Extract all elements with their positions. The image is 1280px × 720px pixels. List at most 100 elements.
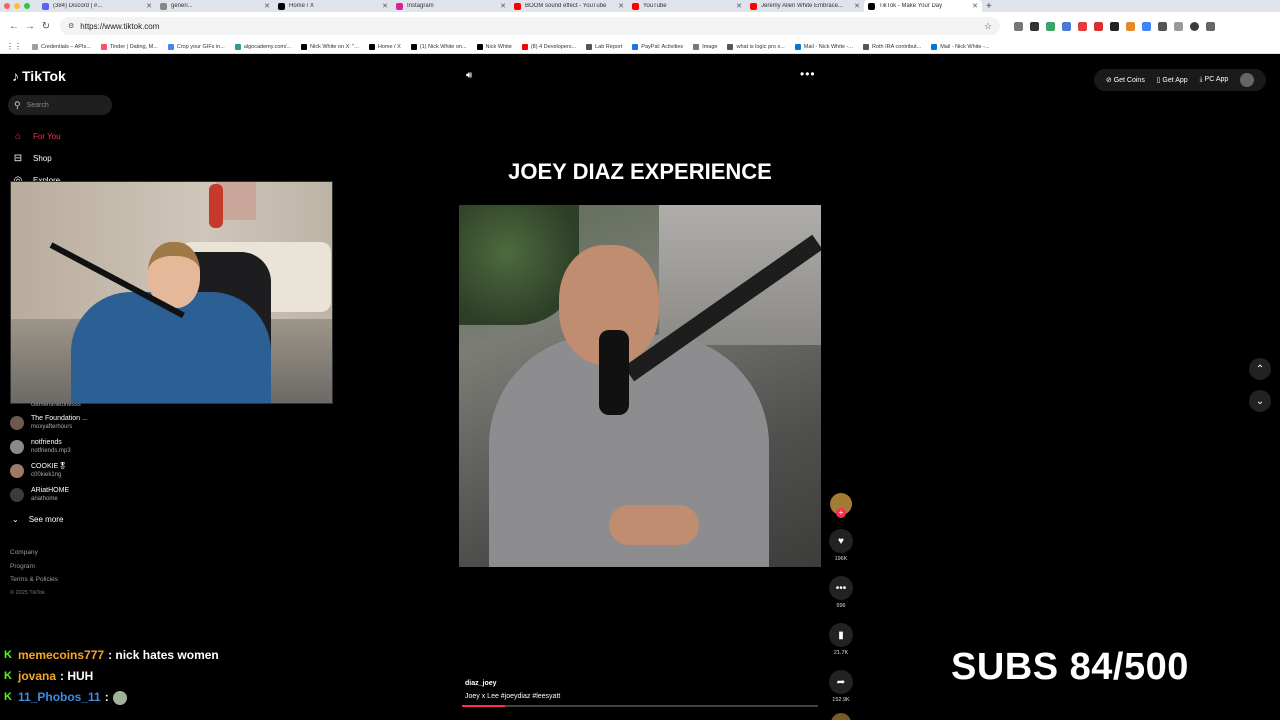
tab-close-icon[interactable]: ✕ — [500, 2, 506, 10]
get-app-button[interactable]: ▯ Get App — [1157, 76, 1188, 84]
new-tab-button[interactable]: + — [986, 1, 992, 12]
avatar — [10, 440, 24, 454]
tab-close-icon[interactable]: ✕ — [854, 2, 860, 10]
back-icon[interactable]: ← — [6, 21, 22, 32]
bookmark-label: Crop your GIFs in... — [176, 43, 225, 50]
tab-favicon-icon — [514, 2, 521, 10]
tab-favicon-icon — [632, 2, 639, 10]
following-account[interactable]: notfriends notfriends.mp3 — [10, 435, 88, 459]
bookmark-item[interactable]: what is logic pro x... — [727, 43, 785, 50]
follow-plus-icon[interactable]: + — [836, 508, 846, 518]
bookmark-item[interactable]: (8) 4 Developers... — [521, 43, 576, 50]
bookmark-item[interactable]: Credentials – APIs... — [32, 43, 91, 50]
get-coins-button[interactable]: ⊘ Get Coins — [1106, 76, 1145, 84]
nav-for-you[interactable]: ⌂ For You — [12, 125, 61, 147]
heart-icon[interactable]: ♥ — [829, 529, 853, 553]
apps-grid-icon[interactable]: ⋮⋮ — [6, 42, 22, 51]
video-author[interactable]: diaz_joey — [465, 677, 560, 690]
music-disc-icon[interactable] — [831, 713, 851, 720]
extension-icon[interactable] — [1030, 21, 1039, 31]
bookmark-icon[interactable]: ▮ — [829, 623, 853, 647]
chevron-down-icon[interactable]: ⌄ — [1249, 390, 1271, 412]
tiktok-logo[interactable]: ♪ TikTok — [12, 68, 66, 84]
close-window-button[interactable] — [4, 3, 10, 9]
tab-close-icon[interactable]: ✕ — [736, 2, 742, 10]
browser-tab[interactable]: Jeremy Allen White Embrace... ✕ — [746, 0, 864, 12]
bookmark-item[interactable]: algocademy.com/... — [234, 43, 291, 50]
bookmark-item[interactable]: (1) Nick White on... — [410, 43, 467, 50]
bookmark-item[interactable]: Mail - Nick White -... — [794, 43, 853, 50]
share-icon[interactable]: ➦ — [829, 670, 853, 694]
browser-tab[interactable]: YouTube ✕ — [628, 0, 746, 12]
chat-message: K 11_Phobos_11 : — [4, 687, 219, 708]
bookmark-star-icon[interactable]: ☆ — [984, 21, 992, 32]
bookmark-item[interactable]: Roth IRA contribut... — [862, 43, 921, 50]
zoom-window-button[interactable] — [24, 3, 30, 9]
bookmark-item[interactable]: Image — [693, 43, 717, 50]
extension-icon[interactable] — [1014, 21, 1023, 31]
bookmark-item[interactable]: Crop your GIFs in... — [167, 43, 225, 50]
bookmark-item[interactable]: Mail - Nick White -... — [931, 43, 989, 50]
extension-icon[interactable] — [1062, 21, 1071, 31]
pc-app-button[interactable]: ⤓ PC App — [1199, 76, 1228, 84]
extension-icon[interactable] — [1046, 21, 1055, 31]
video-player[interactable] — [459, 205, 821, 567]
comment-icon[interactable]: ••• — [829, 576, 853, 600]
profile-avatar[interactable] — [1240, 73, 1255, 87]
browser-tab[interactable]: BOOM sound effect - YouTube ✕ — [510, 0, 628, 12]
search-input[interactable]: ⚲ Search — [8, 95, 112, 115]
tab-search-icon[interactable] — [1174, 21, 1183, 31]
browser-tab[interactable]: generi... ✕ — [156, 0, 274, 12]
extension-icon[interactable] — [1094, 21, 1103, 31]
volume-icon[interactable]: 🔊︎ — [466, 70, 472, 81]
bookmark-item[interactable]: Nick White on X: "... — [301, 43, 359, 50]
bookmark-favicon-icon — [368, 43, 375, 50]
extension-icon[interactable] — [1078, 21, 1087, 31]
creator-avatar[interactable]: + — [830, 493, 852, 518]
chevron-down-icon: ⌄ — [12, 515, 19, 524]
bookmark-item[interactable]: Nick White — [476, 43, 512, 50]
chat-user: 11_Phobos_11 — [18, 690, 101, 704]
nav-shop[interactable]: ⊟ Shop — [12, 147, 61, 169]
tab-close-icon[interactable]: ✕ — [618, 2, 624, 10]
extension-icon[interactable] — [1142, 21, 1151, 31]
more-options-icon[interactable]: ••• — [800, 67, 816, 81]
following-account[interactable]: ARiatHOME ariathome — [10, 483, 88, 507]
bookmark-item[interactable]: Tinder | Dating, M... — [100, 43, 158, 50]
address-bar[interactable]: ⚙ https://www.tiktok.com ☆ — [60, 17, 1000, 35]
site-info-icon[interactable]: ⚙ — [68, 22, 74, 30]
footer-link-program[interactable]: Program — [10, 560, 58, 574]
tab-label: Jeremy Allen White Embrace... — [761, 3, 844, 9]
forward-icon[interactable]: → — [22, 21, 38, 32]
following-account[interactable]: The Foundation ... moxyafterhours — [10, 411, 88, 435]
bookmark-item[interactable]: PayPal: Activities — [632, 43, 683, 50]
footer-link-terms[interactable]: Terms & Policies — [10, 573, 58, 587]
extension-icon[interactable] — [1110, 21, 1119, 31]
tab-close-icon[interactable]: ✕ — [382, 2, 388, 10]
bookmark-favicon-icon — [794, 43, 801, 50]
chevron-up-icon[interactable]: ⌃ — [1249, 358, 1271, 380]
bookmark-item[interactable]: Home / X — [368, 43, 401, 50]
extension-icon[interactable] — [1126, 21, 1135, 31]
tab-close-icon[interactable]: ✕ — [972, 2, 978, 10]
url-text[interactable]: https://www.tiktok.com — [80, 22, 159, 31]
profile-avatar[interactable] — [1190, 21, 1199, 31]
browser-tab[interactable]: Home / X ✕ — [274, 0, 392, 12]
browser-menu-icon[interactable] — [1206, 21, 1215, 31]
following-account[interactable]: COOKIE🎖 c00kiek1ng — [10, 459, 88, 483]
bookmark-item[interactable]: Lab Report — [586, 43, 622, 50]
browser-tab[interactable]: TikTok - Make Your Day ✕ — [864, 0, 982, 12]
tab-close-icon[interactable]: ✕ — [146, 2, 152, 10]
minimize-window-button[interactable] — [14, 3, 20, 9]
browser-tab[interactable]: Instagram ✕ — [392, 0, 510, 12]
reload-icon[interactable]: ↻ — [38, 21, 54, 32]
footer-link-company[interactable]: Company — [10, 546, 58, 560]
tab-close-icon[interactable]: ✕ — [264, 2, 270, 10]
video-progress-bar[interactable] — [462, 705, 818, 707]
copyright: © 2025 TikTok — [10, 589, 45, 596]
browser-tab[interactable]: (384) Discord | #... ✕ — [38, 0, 156, 12]
see-more-button[interactable]: ⌄ See more — [12, 515, 63, 524]
get-coins-label: Get Coins — [1113, 77, 1145, 84]
extensions-puzzle-icon[interactable] — [1158, 21, 1167, 31]
search-placeholder: Search — [26, 101, 49, 109]
